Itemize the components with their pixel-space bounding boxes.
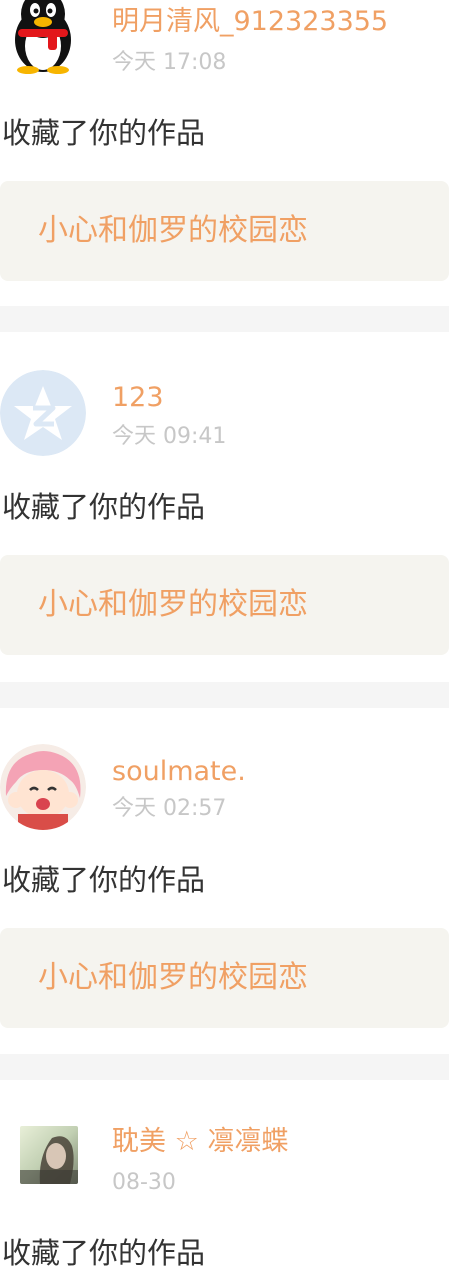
feed-item: 明月清风_912323355 今天 17:08 收藏了你的作品 小心和伽罗的校园… <box>0 0 449 306</box>
feed-item: 耽美 ☆ 凛凛蝶 08-30 收藏了你的作品 <box>0 1080 449 1280</box>
anime-girl-icon[interactable] <box>0 744 86 830</box>
feed-item: 123 今天 09:41 收藏了你的作品 小心和伽罗的校园恋 <box>0 332 449 682</box>
favorites-feed: 明月清风_912323355 今天 17:08 收藏了你的作品 小心和伽罗的校园… <box>0 0 449 1280</box>
username[interactable]: soulmate. <box>112 756 246 788</box>
work-title: 小心和伽罗的校园恋 <box>38 960 308 995</box>
work-title: 小心和伽罗的校园恋 <box>38 213 308 248</box>
work-title: 小心和伽罗的校园恋 <box>38 587 308 622</box>
username[interactable]: 耽美 ☆ 凛凛蝶 <box>112 1126 288 1158</box>
action-text: 收藏了你的作品 <box>2 490 206 524</box>
feed-item: soulmate. 今天 02:57 收藏了你的作品 小心和伽罗的校园恋 <box>0 708 449 1054</box>
username[interactable]: 123 <box>112 382 164 414</box>
divider <box>0 306 449 332</box>
timestamp: 今天 02:57 <box>112 796 227 821</box>
divider <box>0 1054 449 1080</box>
qzone-default-icon[interactable] <box>0 370 86 456</box>
work-link[interactable]: 小心和伽罗的校园恋 <box>0 555 449 655</box>
photo-avatar-icon[interactable] <box>20 1126 78 1184</box>
action-text: 收藏了你的作品 <box>2 863 206 897</box>
work-link[interactable]: 小心和伽罗的校园恋 <box>0 181 449 281</box>
username[interactable]: 明月清风_912323355 <box>112 6 388 38</box>
qq-penguin-icon[interactable] <box>6 0 80 74</box>
timestamp: 今天 17:08 <box>112 50 227 75</box>
work-link[interactable]: 小心和伽罗的校园恋 <box>0 928 449 1028</box>
timestamp: 08-30 <box>112 1170 176 1195</box>
divider <box>0 682 449 708</box>
action-text: 收藏了你的作品 <box>2 1236 206 1270</box>
timestamp: 今天 09:41 <box>112 424 227 449</box>
action-text: 收藏了你的作品 <box>2 116 206 150</box>
